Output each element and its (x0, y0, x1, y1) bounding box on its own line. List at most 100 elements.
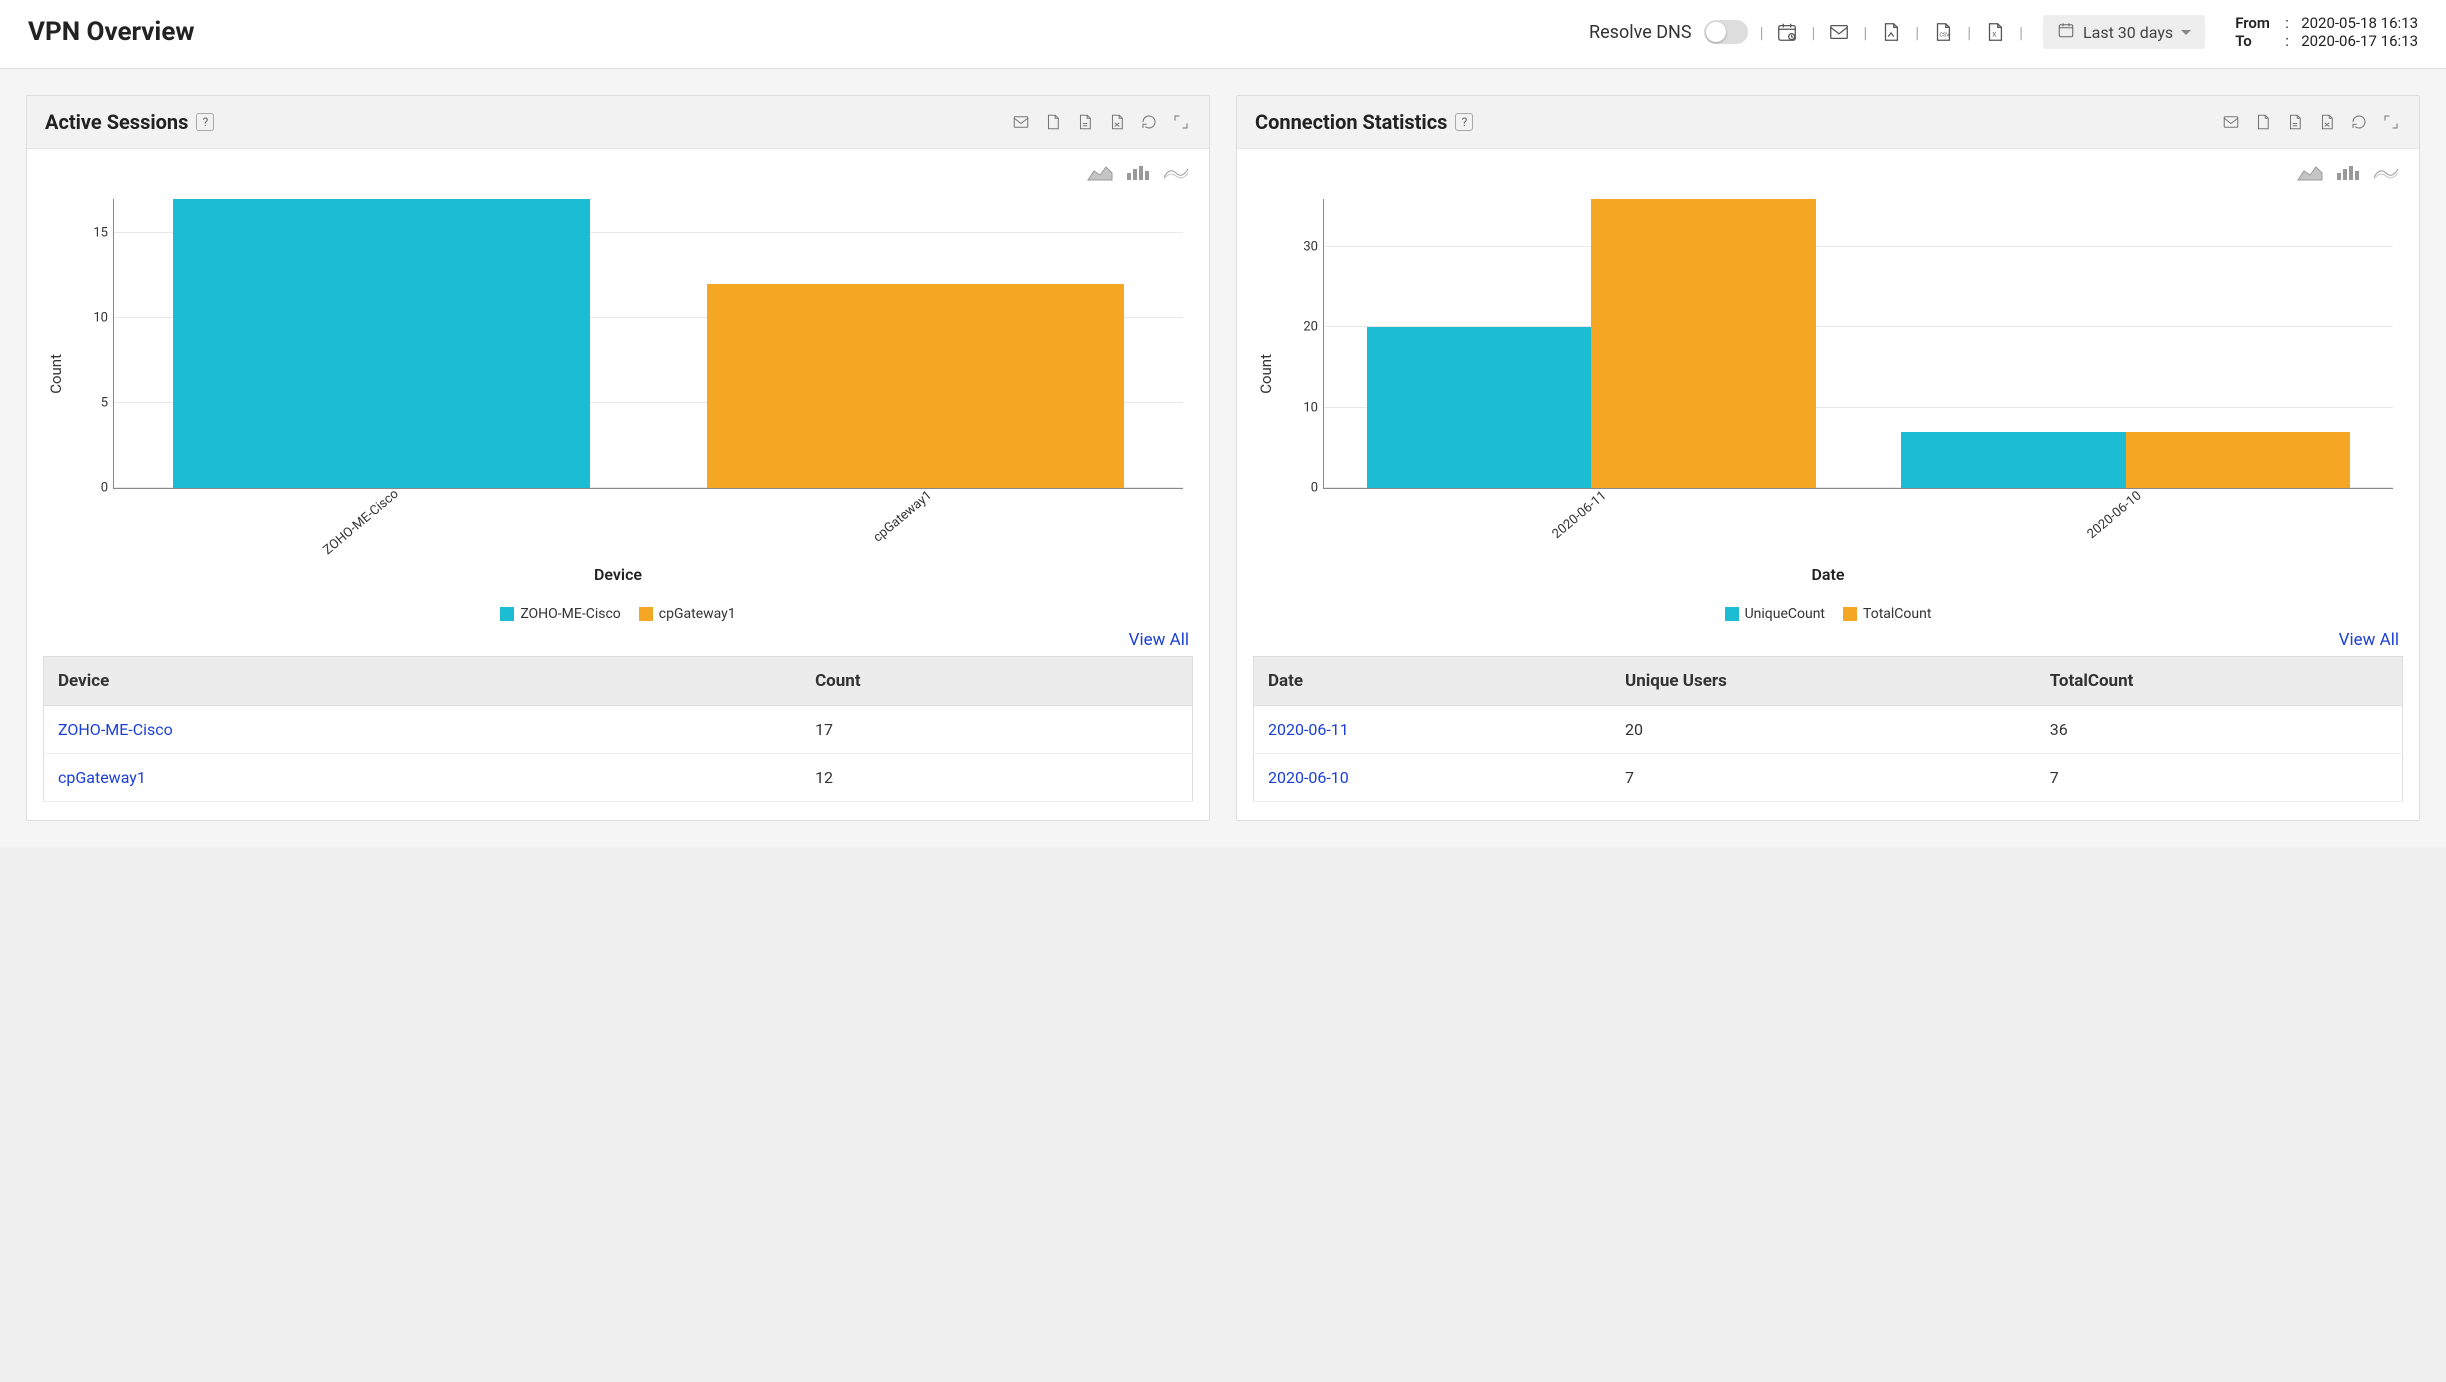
panel-connection-stats: Connection Statistics ? (1236, 95, 2420, 821)
chart-bar[interactable] (1591, 199, 1815, 488)
date-link[interactable]: 2020-06-10 (1254, 754, 1612, 802)
csv-export-icon[interactable] (1075, 112, 1095, 132)
to-label: To (2235, 32, 2279, 50)
date-link[interactable]: 2020-06-11 (1254, 706, 1612, 754)
connection-stats-table: Date Unique Users TotalCount 2020-06-11 … (1253, 656, 2403, 802)
legend-swatch (500, 607, 514, 621)
panel-title: Active Sessions (45, 110, 188, 134)
area-chart-icon[interactable] (1087, 163, 1113, 181)
resolve-dns-label: Resolve DNS (1589, 22, 1692, 43)
top-bar: VPN Overview Resolve DNS | | | | CSV | X (0, 0, 2446, 69)
date-range-label: Last 30 days (2083, 23, 2173, 42)
separator: | (1811, 23, 1815, 42)
panel-title: Connection Statistics (1255, 110, 1447, 134)
view-all-link[interactable]: View All (1129, 630, 1189, 650)
table-row: 2020-06-10 7 7 (1254, 754, 2403, 802)
device-link[interactable]: cpGateway1 (44, 754, 802, 802)
count-cell: 12 (801, 754, 1192, 802)
panel-actions (2221, 112, 2401, 132)
xls-export-icon[interactable] (2317, 112, 2337, 132)
bar-chart-icon[interactable] (2335, 163, 2361, 181)
xls-export-icon[interactable]: X (1983, 20, 2007, 44)
expand-icon[interactable] (2381, 112, 2401, 132)
x-tick-label: 2020-06-11 (1550, 488, 1610, 542)
page-title: VPN Overview (28, 17, 194, 47)
bar-chart-icon[interactable] (1125, 163, 1151, 181)
chart-bar[interactable] (1901, 432, 2125, 488)
col-total: TotalCount (2036, 657, 2403, 706)
legend-item: cpGateway1 (639, 606, 736, 622)
view-all-link-wrap: View All (1253, 622, 2403, 656)
col-date: Date (1254, 657, 1612, 706)
legend-swatch (639, 607, 653, 621)
csv-export-icon[interactable]: CSV (1931, 20, 1955, 44)
active-sessions-chart: Count 051015ZOHO-ME-CiscocpGateway1 (43, 189, 1193, 559)
schedule-calendar-icon[interactable] (1775, 20, 1799, 44)
unique-cell: 7 (1611, 754, 2036, 802)
mail-icon[interactable] (1011, 112, 1031, 132)
resolve-dns-toggle[interactable] (1704, 20, 1748, 44)
top-controls: Resolve DNS | | | | CSV | X | (1589, 14, 2418, 50)
date-range-button[interactable]: Last 30 days (2043, 15, 2205, 49)
col-count: Count (801, 657, 1192, 706)
total-cell: 7 (2036, 754, 2403, 802)
x-axis-label: Device (43, 565, 1193, 584)
table-row: 2020-06-11 20 36 (1254, 706, 2403, 754)
calendar-icon (2057, 21, 2075, 43)
chart-bar[interactable] (707, 284, 1124, 488)
panel-header: Active Sessions ? (27, 96, 1209, 149)
separator: | (1915, 23, 1919, 42)
separator: | (1760, 23, 1764, 42)
separator: | (2019, 23, 2023, 42)
view-all-link[interactable]: View All (2339, 630, 2399, 650)
pdf-export-icon[interactable] (1879, 20, 1903, 44)
y-axis-label: Count (1253, 354, 1279, 394)
panel-header: Connection Statistics ? (1237, 96, 2419, 149)
line-chart-icon[interactable] (1163, 163, 1189, 181)
expand-icon[interactable] (1171, 112, 1191, 132)
area-chart-icon[interactable] (2297, 163, 2323, 181)
to-value: 2020-06-17 16:13 (2301, 32, 2418, 50)
chart-bar[interactable] (1367, 327, 1591, 488)
chart-legend: ZOHO-ME-Cisco cpGateway1 (43, 606, 1193, 622)
chart-type-toggles (43, 159, 1193, 189)
unique-cell: 20 (1611, 706, 2036, 754)
pdf-export-icon[interactable] (2253, 112, 2273, 132)
table-row: ZOHO-ME-Cisco 17 (44, 706, 1193, 754)
chart-type-toggles (1253, 159, 2403, 189)
panel-body: Count 051015ZOHO-ME-CiscocpGateway1 Devi… (27, 149, 1209, 820)
chart-bar[interactable] (2126, 432, 2350, 488)
legend-swatch (1725, 607, 1739, 621)
xls-export-icon[interactable] (1107, 112, 1127, 132)
x-tick-label: 2020-06-10 (2084, 488, 2144, 542)
table-row: cpGateway1 12 (44, 754, 1193, 802)
csv-export-icon[interactable] (2285, 112, 2305, 132)
refresh-icon[interactable] (2349, 112, 2369, 132)
separator: | (1863, 23, 1867, 42)
line-chart-icon[interactable] (2373, 163, 2399, 181)
connection-stats-chart: Count 01020302020-06-112020-06-10 (1253, 189, 2403, 559)
total-cell: 36 (2036, 706, 2403, 754)
chart-bar[interactable] (173, 199, 590, 488)
separator: | (1967, 23, 1971, 42)
svg-text:CSV: CSV (1940, 33, 1951, 39)
date-range-display: From : 2020-05-18 16:13 To : 2020-06-17 … (2235, 14, 2418, 50)
panel-actions (1011, 112, 1191, 132)
col-device: Device (44, 657, 802, 706)
device-link[interactable]: ZOHO-ME-Cisco (44, 706, 802, 754)
x-tick-label: ZOHO-ME-Cisco (321, 487, 402, 558)
legend-swatch (1843, 607, 1857, 621)
pdf-export-icon[interactable] (1043, 112, 1063, 132)
help-icon[interactable]: ? (1455, 113, 1473, 131)
refresh-icon[interactable] (1139, 112, 1159, 132)
content-area: Active Sessions ? Count (0, 69, 2446, 847)
legend-item: UniqueCount (1725, 606, 1825, 622)
active-sessions-table: Device Count ZOHO-ME-Cisco 17 cpGateway1… (43, 656, 1193, 802)
x-axis-label: Date (1253, 565, 2403, 584)
chevron-down-icon (2181, 30, 2191, 35)
mail-icon[interactable] (1827, 20, 1851, 44)
panel-active-sessions: Active Sessions ? Count (26, 95, 1210, 821)
mail-icon[interactable] (2221, 112, 2241, 132)
chart-legend: UniqueCount TotalCount (1253, 606, 2403, 622)
help-icon[interactable]: ? (196, 113, 214, 131)
